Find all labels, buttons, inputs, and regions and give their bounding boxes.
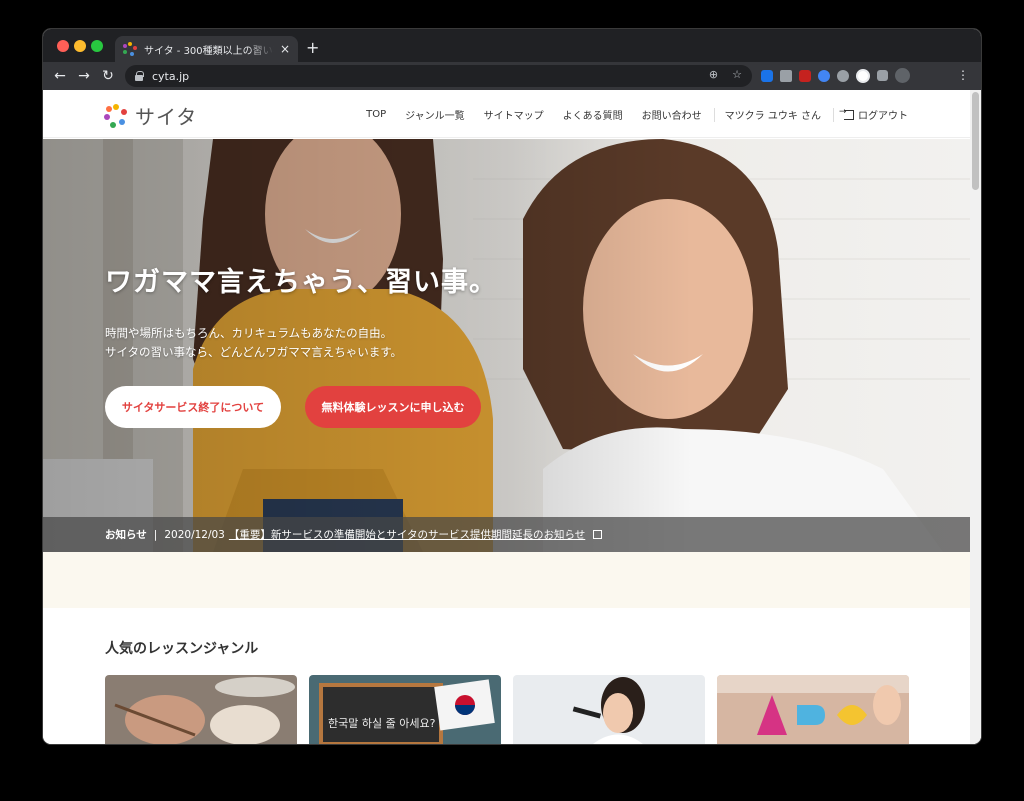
scrollbar-thumb[interactable]: [972, 92, 979, 190]
cream-band: [43, 552, 970, 608]
hero-title: ワガママ言えちゃう、習い事。: [105, 267, 497, 298]
external-link-icon: [593, 530, 603, 539]
nav-faq-link[interactable]: よくある質問: [563, 107, 623, 122]
url-text: cyta.jp: [152, 69, 190, 83]
site-logo[interactable]: サイタ: [104, 101, 197, 130]
korean-chalkboard-image: [309, 675, 501, 744]
browser-window: サイタ - 300種類以上の習い事を自 × + ← → ↻ cyta.jp ⊕ …: [43, 29, 981, 744]
extensions-puzzle-icon[interactable]: [877, 70, 888, 81]
genre-card-korean[interactable]: 한국말 하실 줄 아세요?: [309, 675, 501, 744]
back-icon[interactable]: ←: [48, 68, 72, 84]
drums-image: [105, 675, 297, 744]
logout-label: ログアウト: [858, 111, 908, 122]
lock-icon: [135, 71, 144, 81]
notice-bar: お知らせ | 2020/12/03 【重要】新サービスの準備開始とサイタのサービ…: [43, 517, 970, 552]
new-tab-button[interactable]: +: [306, 38, 319, 57]
tab-close-icon[interactable]: ×: [280, 42, 290, 56]
hero-banner: ワガママ言えちゃう、習い事。 時間や場所はもちろん、カリキュラムもあなたの自由。…: [43, 139, 970, 552]
korean-chalk-text: 한국말 하실 줄 아세요?: [328, 717, 436, 730]
nav-divider: [833, 107, 834, 122]
profile-avatar[interactable]: [895, 68, 910, 83]
extension-5-icon[interactable]: [837, 69, 849, 82]
extensions-area: [761, 68, 910, 83]
pinterest-extension-icon[interactable]: [856, 68, 870, 83]
extension-4-icon[interactable]: [818, 69, 830, 82]
hero-subtitle-line2: サイタの習い事なら、どんどんワガママ言えちゃいます。: [105, 345, 403, 359]
service-end-button[interactable]: サイタサービス終了について: [105, 386, 281, 428]
logo-text: サイタ: [135, 105, 198, 129]
notice-link[interactable]: 【重要】新サービスの準備開始とサイタのサービス提供期間延長のお知らせ: [229, 527, 585, 542]
main-nav: TOP ジャンル一覧 サイトマップ よくある質問 お問い合わせ マツクラ ユウキ…: [347, 107, 908, 123]
logout-link[interactable]: ログアウト: [839, 107, 908, 123]
genre-card-vocal[interactable]: [513, 675, 705, 744]
nav-user-link[interactable]: マツクラ ユウキ さん: [725, 107, 821, 122]
screenshot-extension-icon[interactable]: [780, 69, 792, 82]
bookmark-star-icon[interactable]: ☆: [732, 68, 742, 81]
browser-toolbar: ← → ↻ cyta.jp ⊕ ☆ ⋮: [43, 62, 981, 90]
genre-cards: 한국말 하실 줄 아세요?: [105, 675, 909, 744]
vocal-singer-image: [513, 675, 705, 744]
genre-card-drums[interactable]: [105, 675, 297, 744]
popular-genres-title: 人気のレッスンジャンル: [105, 641, 259, 657]
hero-subtitle: 時間や場所はもちろん、カリキュラムもあなたの自由。 サイタの習い事なら、どんどん…: [105, 324, 402, 362]
tab-title: サイタ - 300種類以上の習い事を自: [144, 45, 274, 57]
install-app-icon[interactable]: ⊕: [709, 68, 718, 81]
browser-menu-icon[interactable]: ⋮: [957, 68, 969, 82]
nav-top-link[interactable]: TOP: [366, 109, 386, 120]
maximize-window-button[interactable]: [91, 40, 103, 52]
forward-icon[interactable]: →: [72, 68, 96, 84]
reload-icon[interactable]: ↻: [96, 68, 120, 84]
free-trial-button[interactable]: 無料体験レッスンに申し込む: [305, 386, 481, 428]
active-tab[interactable]: サイタ - 300種類以上の習い事を自 ×: [115, 36, 298, 62]
logout-icon: [839, 107, 854, 120]
minimize-window-button[interactable]: [74, 40, 86, 52]
cyta-favicon-icon: [123, 42, 137, 56]
notice-date: 2020/12/03: [164, 528, 225, 541]
site-header: サイタ TOP ジャンル一覧 サイトマップ よくある質問 お問い合わせ マツクラ…: [43, 90, 970, 138]
nav-divider: [713, 107, 715, 122]
genre-card-english[interactable]: [717, 675, 909, 744]
extension-1-icon[interactable]: [761, 69, 773, 82]
tab-strip: サイタ - 300種類以上の習い事を自 × +: [43, 29, 981, 62]
notice-divider: |: [153, 528, 158, 541]
nav-sitemap-link[interactable]: サイトマップ: [484, 107, 544, 122]
close-window-button[interactable]: [57, 40, 69, 52]
hero-subtitle-line1: 時間や場所はもちろん、カリキュラムもあなたの自由。: [105, 326, 393, 340]
page-scrollbar[interactable]: [970, 90, 981, 744]
nav-contact-link[interactable]: お問い合わせ: [642, 107, 702, 122]
english-abc-blocks-image: [717, 675, 909, 744]
ublock-extension-icon[interactable]: [799, 69, 811, 82]
address-bar[interactable]: cyta.jp ⊕ ☆: [125, 65, 752, 87]
cyta-logo-icon: [104, 103, 128, 128]
notice-label: お知らせ: [105, 529, 147, 541]
web-page: サイタ TOP ジャンル一覧 サイトマップ よくある質問 お問い合わせ マツクラ…: [43, 90, 981, 744]
nav-genres-link[interactable]: ジャンル一覧: [405, 107, 465, 122]
